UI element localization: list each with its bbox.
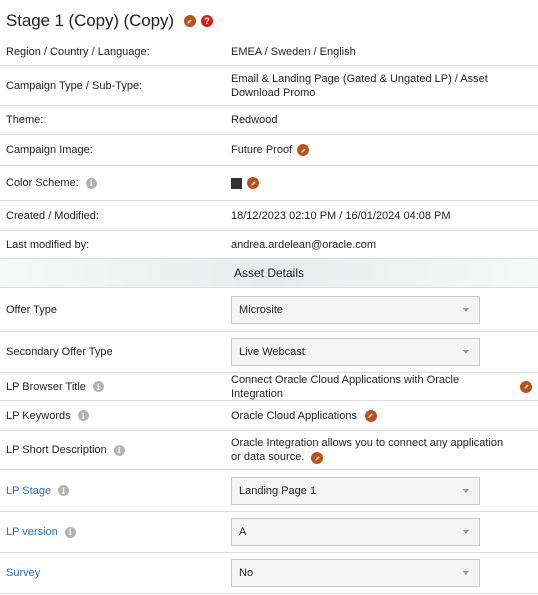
lp-stage-label[interactable]: LP Stage	[6, 485, 51, 497]
last-modified-value: andrea.ardelean@oracle.com	[231, 238, 377, 251]
pencil-icon[interactable]	[183, 15, 196, 27]
campaign-type-value: Email & Landing Page (Gated & Ungated LP…	[231, 72, 488, 99]
created-value: 18/12/2023 02:10 PM / 16/01/2024 04:08 P…	[231, 209, 451, 222]
lp-short-description-value-wrap: Oracle Integration allows you to connect…	[231, 436, 514, 465]
info-icon[interactable]: i	[64, 526, 76, 538]
lp-short-description-value: Oracle Integration allows you to connect…	[231, 436, 504, 463]
campaign-image-value: Future Proof	[231, 144, 293, 156]
campaign-image-value-wrap: Future Proof	[231, 143, 518, 157]
row-region: Region / Country / Language: EMEA / Swed…	[0, 38, 538, 66]
chevron-down-icon	[463, 307, 469, 312]
row-last-modified-by: Last modified by: andrea.ardelean@oracle…	[0, 231, 538, 259]
theme-label: Theme:	[6, 114, 44, 126]
row-campaign-image: Campaign Image: Future Proof	[0, 135, 538, 166]
lp-keywords-label: LP Keywords	[6, 409, 71, 422]
info-icon[interactable]: i	[77, 410, 89, 421]
pencil-icon[interactable]	[520, 380, 532, 393]
info-icon[interactable]: i	[113, 444, 125, 456]
pencil-icon[interactable]	[311, 452, 324, 465]
color-swatch	[231, 177, 242, 189]
lp-keywords-value-wrap: Oracle Cloud Applications	[231, 409, 518, 423]
lp-keywords-value: Oracle Cloud Applications	[231, 409, 357, 422]
chevron-down-icon	[463, 530, 469, 534]
row-created: Created / Modified: 18/12/2023 02:10 PM …	[0, 201, 538, 231]
info-icon[interactable]: i	[85, 177, 97, 189]
lp-keywords-label-wrap: LP Keywords i	[6, 410, 89, 422]
secondary-offer-type-selected: Live Webcast	[239, 346, 305, 358]
last-modified-label: Last modified by:	[6, 238, 90, 251]
lp-browser-title-value: Connect Oracle Cloud Applications with O…	[231, 373, 460, 400]
lp-browser-title-value-wrap: Connect Oracle Cloud Applications with O…	[231, 373, 532, 401]
row-lp-short-description: LP Short Description i Oracle Integratio…	[0, 431, 538, 470]
row-theme: Theme: Redwood	[0, 106, 538, 135]
info-icon[interactable]: i	[92, 381, 104, 392]
color-scheme-value	[231, 177, 518, 189]
row-lp-stage: LP Stage i Landing Page 1	[0, 470, 538, 512]
lp-version-label-wrap[interactable]: LP version i	[6, 526, 76, 538]
lp-stage-label-wrap[interactable]: LP Stage i	[6, 485, 70, 497]
pencil-icon[interactable]	[364, 409, 377, 422]
campaign-details-table: Region / Country / Language: EMEA / Swed…	[0, 38, 538, 594]
chevron-down-icon	[463, 571, 469, 575]
row-campaign-type: Campaign Type / Sub-Type: Email & Landin…	[0, 66, 538, 106]
row-survey: Survey No	[0, 553, 538, 594]
offer-type-label: Offer Type	[6, 303, 57, 316]
lp-version-label[interactable]: LP version	[6, 526, 58, 538]
info-icon[interactable]: i	[58, 485, 70, 496]
theme-value: Redwood	[231, 114, 278, 126]
lp-stage-select[interactable]: Landing Page 1	[231, 476, 480, 505]
lp-browser-title-label-wrap: LP Browser Title i	[6, 381, 104, 393]
survey-select[interactable]: No	[231, 559, 480, 587]
pencil-icon[interactable]	[247, 177, 259, 189]
row-color-scheme: Color Scheme: i	[0, 166, 538, 201]
lp-short-description-label: LP Short Description	[6, 444, 107, 456]
page-header: Stage 1 (Copy) (Copy) ?	[6, 9, 213, 33]
color-scheme-label: Color Scheme:	[6, 177, 79, 189]
row-lp-version: LP version i A	[0, 512, 538, 553]
created-label: Created / Modified:	[6, 209, 99, 222]
row-lp-browser-title: LP Browser Title i Connect Oracle Cloud …	[0, 373, 538, 401]
survey-selected: No	[239, 567, 254, 579]
color-scheme-label-wrap: Color Scheme: i	[6, 177, 97, 189]
row-lp-keywords: LP Keywords i Oracle Cloud Applications	[0, 401, 538, 431]
question-icon[interactable]: ?	[200, 15, 213, 27]
region-label: Region / Country / Language:	[6, 45, 150, 58]
secondary-offer-type-select[interactable]: Live Webcast	[231, 338, 480, 366]
region-value: EMEA / Sweden / English	[231, 45, 356, 58]
chevron-down-icon	[463, 488, 469, 493]
chevron-down-icon	[463, 350, 469, 354]
campaign-image-label: Campaign Image:	[6, 144, 93, 156]
lp-version-selected: A	[239, 526, 247, 538]
lp-version-select[interactable]: A	[231, 518, 480, 546]
campaign-type-label: Campaign Type / Sub-Type:	[6, 79, 143, 92]
row-offer-type: Offer Type Microsite	[0, 288, 538, 332]
lp-short-description-label-wrap: LP Short Description i	[6, 444, 125, 456]
offer-type-selected: Microsite	[239, 303, 284, 316]
survey-label[interactable]: Survey	[6, 567, 40, 579]
lp-stage-selected: Landing Page 1	[239, 484, 317, 497]
offer-type-select[interactable]: Microsite	[231, 295, 480, 324]
pencil-icon[interactable]	[297, 144, 310, 156]
lp-browser-title-label: LP Browser Title	[6, 380, 86, 393]
asset-details-heading: Asset Details	[0, 259, 538, 288]
page-title: Stage 1 (Copy) (Copy)	[6, 11, 174, 30]
row-secondary-offer-type: Secondary Offer Type Live Webcast	[0, 332, 538, 373]
secondary-offer-type-label: Secondary Offer Type	[6, 346, 113, 358]
